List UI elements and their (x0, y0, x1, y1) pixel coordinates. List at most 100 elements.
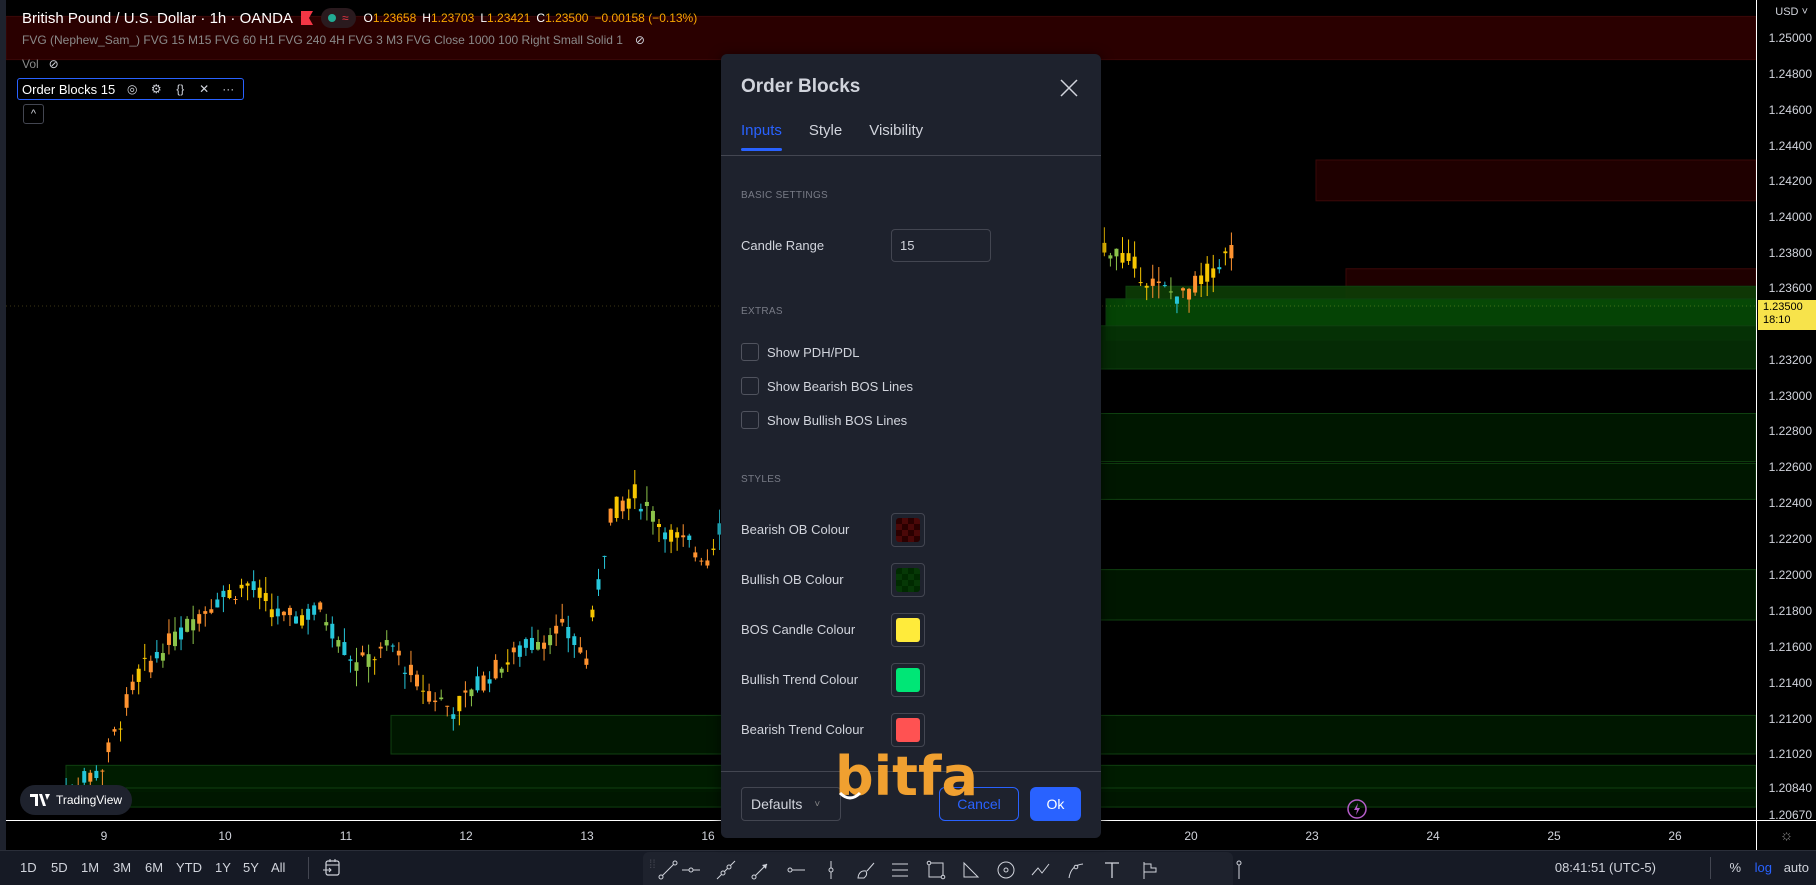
checkbox-box[interactable] (741, 411, 759, 429)
source-code-icon[interactable]: {} (173, 82, 187, 96)
tool-extended-line[interactable] (715, 859, 737, 881)
open-value: 1.23658 (372, 11, 417, 25)
triangle-icon (963, 861, 980, 878)
horizontal-line-icon (787, 867, 805, 873)
candle-body (657, 524, 661, 528)
candle-body (463, 690, 468, 693)
collapse-legend-button[interactable]: ^ (23, 104, 44, 124)
log-scale-toggle[interactable]: log (1755, 860, 1772, 875)
tab-visibility[interactable]: Visibility (869, 122, 923, 151)
vol-indicator-label[interactable]: Vol (22, 57, 39, 71)
chart-settings-button[interactable]: ☼ (1756, 820, 1816, 850)
candle-body (560, 618, 565, 623)
close-icon[interactable]: ✕ (197, 82, 211, 96)
close-value: 1.23500 (545, 11, 589, 25)
tool-vertical-line[interactable] (820, 859, 842, 881)
candle-range-input[interactable] (891, 229, 991, 262)
checkbox-label: Show Bullish BOS Lines (767, 412, 908, 428)
bullish-trend-colour-swatch[interactable] (891, 663, 925, 697)
text-icon (1105, 862, 1119, 878)
tool-arc[interactable] (1065, 859, 1087, 881)
candle-body (548, 635, 553, 646)
range-button-5y[interactable]: 5Y (243, 860, 259, 875)
gear-icon[interactable]: ⚙ (149, 82, 163, 96)
fvg-indicator-label[interactable]: FVG (Nephew_Sam_) FVG 15 M15 FVG 60 H1 F… (22, 33, 623, 47)
price-tick-label: 1.21400 (1768, 676, 1812, 690)
close-icon[interactable] (1059, 78, 1079, 98)
symbol-title[interactable]: British Pound / U.S. Dollar · 1h · OANDA (22, 10, 293, 27)
go-to-date-button[interactable] (322, 858, 342, 878)
price-axis[interactable]: USD ˅ 1.25000 1.24800 1.24600 1.24400 1.2420… (1756, 0, 1816, 822)
tool-arrow-line[interactable] (750, 859, 772, 881)
range-button-6m[interactable]: 6M (145, 860, 163, 875)
price-tick-label: 1.22400 (1768, 496, 1812, 510)
drag-handle-icon[interactable]: ⁞⁞ (649, 858, 656, 870)
candle-body (148, 660, 153, 673)
percent-scale-toggle[interactable]: % (1729, 860, 1741, 875)
order-blocks-legend[interactable]: Order Blocks 15 ◎ ⚙ {} ✕ ··· (17, 78, 245, 100)
candle-body (469, 689, 474, 697)
market-status-pill[interactable]: ≈ (320, 8, 356, 28)
range-button-1y[interactable]: 1Y (215, 860, 231, 875)
time-tick-label: 16 (701, 829, 715, 843)
tab-inputs[interactable]: Inputs (741, 122, 782, 151)
change-value: −0.00158 (−0.13%) (594, 11, 698, 25)
range-button-all[interactable]: All (271, 860, 285, 875)
tool-parallel-channel[interactable] (889, 859, 911, 881)
tool-horizontal-ray[interactable] (680, 859, 702, 881)
bearish-ob-colour-swatch[interactable] (891, 513, 925, 547)
eye-crossed-icon[interactable]: ⊘ (47, 57, 61, 71)
order-blocks-label[interactable]: Order Blocks 15 (22, 82, 115, 97)
candle-body (590, 609, 595, 618)
candle-body (1217, 267, 1222, 270)
tradingview-logo[interactable]: TradingView (20, 785, 133, 815)
tool-circle[interactable] (995, 859, 1017, 881)
lightning-alert-icon[interactable] (1346, 798, 1368, 820)
more-icon[interactable]: ··· (221, 82, 235, 96)
price-tick-label: 1.23200 (1768, 353, 1812, 367)
tab-style[interactable]: Style (809, 122, 842, 151)
bos-candle-colour-swatch[interactable] (891, 613, 925, 647)
candle-body (693, 552, 698, 558)
defaults-dropdown[interactable]: Defaults ˅ (741, 787, 841, 821)
tool-long-position[interactable] (1139, 859, 1161, 881)
checkbox-box[interactable] (741, 377, 759, 395)
show-pdh-pdl-checkbox[interactable]: Show PDH/PDL (741, 343, 859, 361)
tool-text[interactable] (1101, 859, 1123, 881)
chevron-down-icon: ˅ (814, 798, 821, 810)
tool-rectangle[interactable] (925, 859, 947, 881)
tool-triangle[interactable] (960, 859, 982, 881)
show-bullish-bos-lines-checkbox[interactable]: Show Bullish BOS Lines (741, 411, 907, 429)
color-preview (896, 718, 920, 742)
range-button-3m[interactable]: 3M (113, 860, 131, 875)
range-button-1d[interactable]: 1D (20, 860, 37, 875)
range-button-1m[interactable]: 1M (81, 860, 99, 875)
vol-indicator-legend[interactable]: Vol ⊘ (22, 57, 61, 71)
fvg-indicator-legend[interactable]: FVG (Nephew_Sam_) FVG 15 M15 FVG 60 H1 F… (22, 33, 647, 47)
bullish-ob-colour-swatch[interactable] (891, 563, 925, 597)
candle-body (499, 668, 504, 673)
auto-scale-toggle[interactable]: auto (1784, 860, 1809, 875)
tool-brush[interactable] (855, 859, 877, 881)
clock-timezone[interactable]: 08:41:51 (UTC-5) (1555, 860, 1656, 875)
time-tick-label: 11 (339, 829, 353, 843)
range-button-ytd[interactable]: YTD (176, 860, 202, 875)
tool-path[interactable] (1030, 859, 1052, 881)
bearish-trend-colour-swatch[interactable] (891, 713, 925, 747)
tool-trend-line[interactable] (657, 859, 679, 881)
show-bearish-bos-lines-checkbox[interactable]: Show Bearish BOS Lines (741, 377, 913, 395)
eye-icon[interactable]: ◎ (125, 82, 139, 96)
long-position-icon (1143, 862, 1157, 879)
ok-button[interactable]: Ok (1030, 787, 1081, 821)
currency-select[interactable]: USD ˅ (1775, 6, 1808, 18)
checkbox-box[interactable] (741, 343, 759, 361)
rectangle-icon (926, 860, 946, 880)
candle-body (493, 659, 498, 679)
range-button-5d[interactable]: 5D (51, 860, 68, 875)
section-basic-settings: BASIC SETTINGS (741, 190, 828, 201)
eye-crossed-icon[interactable]: ⊘ (633, 33, 647, 47)
flag-icon[interactable] (300, 11, 313, 25)
tool-anchored-vwap[interactable] (1228, 859, 1250, 881)
tool-horizontal-line[interactable] (785, 859, 807, 881)
bos-candle-colour-label: BOS Candle Colour (741, 622, 856, 637)
